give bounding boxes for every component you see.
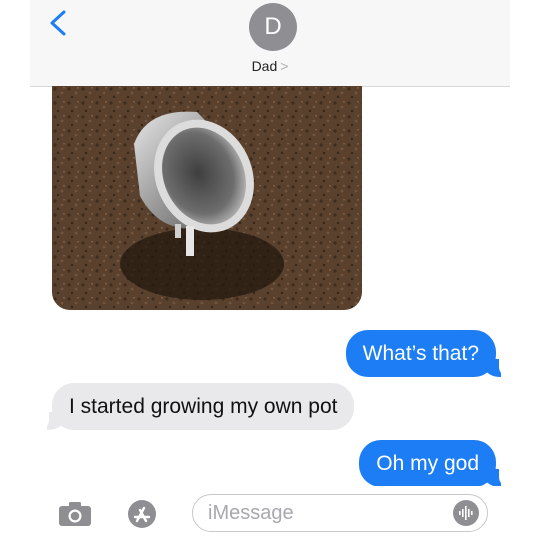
back-chevron-icon[interactable] — [48, 10, 70, 36]
bubble-tail — [483, 357, 509, 378]
message-input-placeholder: iMessage — [208, 502, 294, 524]
app-store-icon[interactable] — [126, 499, 158, 529]
message-composer: iMessage — [30, 486, 510, 540]
message-text: What’s that? — [362, 342, 479, 365]
message-text: Oh my god — [376, 452, 479, 475]
bubble-tail — [483, 467, 509, 488]
message-input[interactable]: iMessage — [192, 494, 488, 532]
contact-detail-chevron: > — [280, 58, 289, 74]
camera-icon[interactable] — [58, 501, 92, 527]
audio-waveform-icon[interactable] — [453, 500, 479, 526]
pot-in-soil-photo — [52, 86, 362, 310]
message-bubble-sent[interactable]: What’s that? — [345, 330, 509, 378]
contact-avatar[interactable]: D — [249, 3, 297, 51]
contact-name-row[interactable]: Dad > — [30, 58, 510, 74]
photo-attachment[interactable] — [52, 86, 362, 310]
conversation-header: D Dad > — [30, 0, 510, 87]
message-thread: What’s that? I started growing my own po… — [30, 86, 510, 488]
bubble-tail — [39, 410, 65, 431]
message-text: I started growing my own pot — [69, 395, 338, 418]
message-bubble-sent[interactable]: Oh my god — [359, 440, 509, 488]
contact-name: Dad — [251, 58, 278, 74]
message-bubble-received[interactable]: I started growing my own pot — [39, 383, 355, 431]
